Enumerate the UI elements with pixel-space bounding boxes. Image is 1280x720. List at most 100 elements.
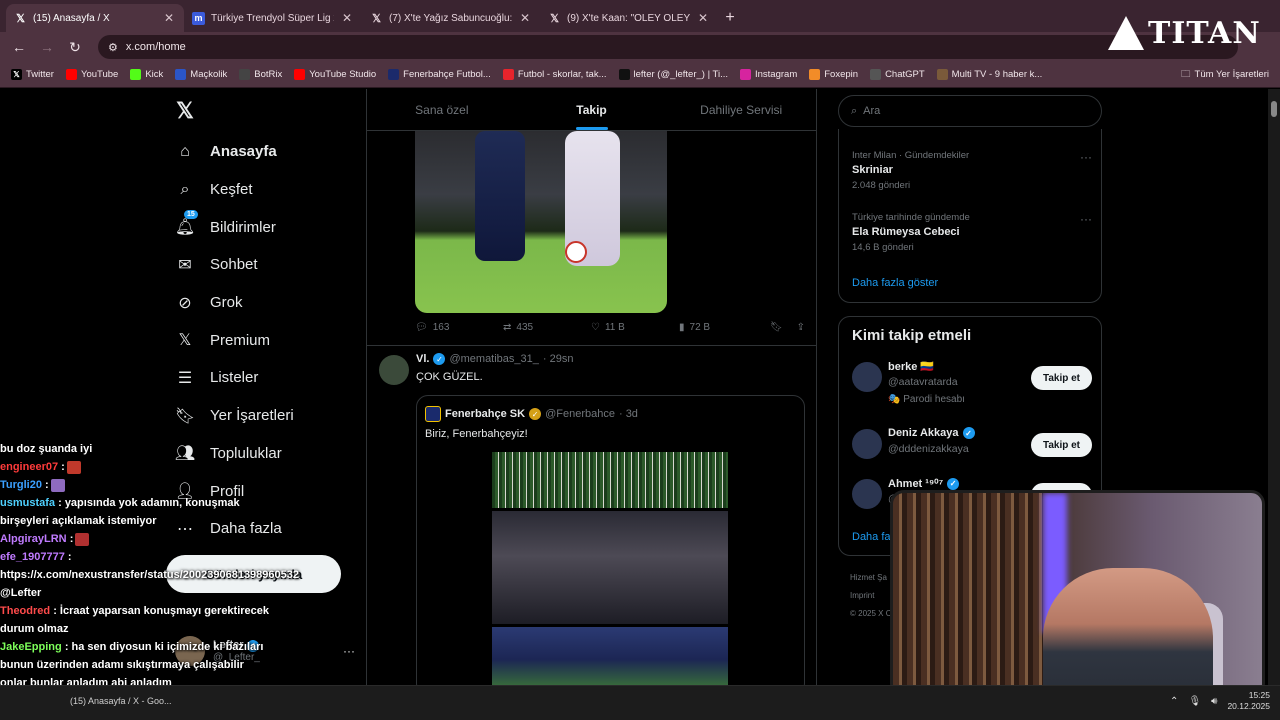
close-icon[interactable]: ✕ <box>162 11 176 25</box>
close-icon[interactable]: ✕ <box>518 11 532 25</box>
avatar <box>852 479 882 509</box>
reload-icon[interactable]: ↻ <box>64 36 86 58</box>
tab-dahiliye-servisi[interactable]: Dahiliye Servisi <box>666 89 816 130</box>
quoted-post[interactable]: Fenerbahçe SK ✓ @Fenerbahce · 3d Biriz, … <box>416 395 805 685</box>
emote-icon <box>75 532 90 546</box>
bookmark-icon[interactable]: 🔖︎ <box>770 322 783 333</box>
nav-label: Yer İşaretleri <box>210 407 294 425</box>
tab-for-you[interactable]: Sana özel <box>367 89 517 130</box>
repost-button[interactable]: ⇄ 435 <box>503 322 591 333</box>
trend-item[interactable]: Inter Milan · Gündemdekiler Skriniar 2.0… <box>852 150 1092 191</box>
stadium-image[interactable] <box>492 452 728 508</box>
bookmark-item[interactable]: Instagram <box>735 65 802 85</box>
footer-link[interactable]: Hizmet Şa <box>850 569 891 587</box>
all-bookmarks-button[interactable]: 🗀 Tüm Yer İşaretleri <box>1176 65 1274 85</box>
bookmark-item[interactable]: Foxepin <box>804 65 863 85</box>
post-time[interactable]: · 29sn <box>543 353 574 365</box>
quote-media-collage[interactable] <box>492 452 728 685</box>
views-icon: ▮ <box>679 321 685 333</box>
bookmark-item[interactable]: Futbol - skorlar, tak... <box>498 65 612 85</box>
nav-item-x[interactable]: 𝕏 Premium <box>170 321 360 359</box>
footer-link[interactable]: Imprint <box>850 587 891 605</box>
bookmark-item[interactable]: YouTube Studio <box>289 65 381 85</box>
nav-item-bookmark[interactable]: 🔖︎ Yer İşaretleri <box>170 397 360 435</box>
mackolik-icon: m <box>192 11 205 25</box>
speaker-icon[interactable]: 🔊︎ <box>1211 696 1217 707</box>
bookmark-item[interactable]: 𝕏 Twitter <box>6 65 59 85</box>
bookmark-label: Kick <box>145 69 164 80</box>
browser-tab[interactable]: 𝕏 (15) Anasayfa / X ✕ <box>6 4 184 32</box>
browser-tab[interactable]: 𝕏 (9) X'te Kaan: "OLEY OLEY SADE ✕ <box>540 4 718 32</box>
bookmark-item[interactable]: Kick <box>125 65 168 85</box>
mic-icon[interactable]: 🎙︎ <box>1188 696 1201 707</box>
clock[interactable]: 15:25 20.12.2025 <box>1227 690 1270 712</box>
nav-item-list[interactable]: ☰ Listeler <box>170 359 360 397</box>
bookmark-item[interactable]: YouTube <box>61 65 123 85</box>
follow-button[interactable]: Takip et <box>1030 433 1092 457</box>
close-icon[interactable]: ✕ <box>340 11 354 25</box>
chat-message: efe_1907777 : https://x.com/nexustransfe… <box>0 548 299 602</box>
close-icon[interactable]: ✕ <box>696 11 710 25</box>
follow-button[interactable]: Takip et <box>1030 366 1092 390</box>
post-author-handle[interactable]: @mematibas_31_ <box>449 353 538 365</box>
nav-item-search[interactable]: ⌕ Keşfet <box>170 171 360 209</box>
bookmark-item[interactable]: BotRix <box>234 65 287 85</box>
bookmark-item[interactable]: Fenerbahçe Futbol... <box>383 65 496 85</box>
reply-button[interactable]: 💬︎ 163 <box>415 322 503 333</box>
nav-label: Keşfet <box>210 181 253 199</box>
trend-item[interactable]: Türkiye tarihinde gündemde Ela Rümeysa C… <box>852 212 1092 253</box>
nav-item-bell[interactable]: 🔔︎ 15 Bildirimler <box>170 208 360 246</box>
x-logo[interactable]: 𝕏 <box>170 89 360 133</box>
more-icon[interactable]: ··· <box>1080 150 1092 164</box>
chat-text: : <box>61 461 65 473</box>
site-info-icon[interactable]: ⚙ <box>108 41 118 54</box>
more-icon[interactable]: ··· <box>1080 212 1092 226</box>
share-icon[interactable]: ⇪ <box>797 322 805 333</box>
trend-count: 14,6 B gönderi <box>852 242 914 253</box>
post-media-image[interactable] <box>415 131 667 313</box>
bookmark-item[interactable]: ChatGPT <box>865 65 930 85</box>
address-bar[interactable]: ⚙ x.com/home <box>98 35 1238 59</box>
browser-tab[interactable]: m Türkiye Trendyol Süper Lig 2025 ✕ <box>184 4 362 32</box>
search-input[interactable]: ⌕ Ara <box>838 95 1102 127</box>
forward-icon[interactable]: → <box>36 36 58 58</box>
bookmark-item[interactable]: Maçkolik <box>170 65 232 85</box>
chevron-up-icon[interactable]: ⌃ <box>1170 696 1178 707</box>
x-icon: 𝕏 <box>11 69 22 80</box>
follow-suggestion[interactable]: Deniz Akkaya ✓ @dddenizakkaya Takip et <box>852 427 1092 477</box>
new-tab-icon[interactable]: + <box>718 4 742 32</box>
fenerbahce-logo-icon <box>425 406 441 422</box>
stands-image[interactable] <box>492 511 728 624</box>
bell-icon: 🔔︎ 15 <box>175 210 198 236</box>
browser-toolbar: ← → ↻ ⚙ x.com/home <box>0 32 1280 62</box>
tiktok-icon <box>618 69 630 80</box>
nav-item-grok[interactable]: ⊘ Grok <box>170 284 360 322</box>
divider <box>367 345 816 346</box>
bookmark-item[interactable]: lefter (@_lefter_) | Ti... <box>614 65 733 85</box>
follow-suggestion[interactable]: berke 🇨🇴 @aatavratarda 🎭 Parodi hesabı T… <box>852 360 1092 410</box>
clock-time: 15:25 <box>1248 690 1270 700</box>
chat-message: bu doz şuanda iyi <box>0 440 270 458</box>
trend-title: Ela Rümeysa Cebeci <box>852 226 960 238</box>
nav-item-home[interactable]: ⌂ Anasayfa <box>170 133 360 171</box>
bookmark-item[interactable]: Multi TV - 9 haber k... <box>932 65 1048 85</box>
browser-tab[interactable]: 𝕏 (7) X'te Yağız Sabuncuoğlu: "Bu ✕ <box>362 4 540 32</box>
bookmark-label: Foxepin <box>824 69 859 80</box>
page-scrollbar[interactable] <box>1268 89 1280 685</box>
post-author-name[interactable]: Vl. <box>416 353 429 365</box>
bookmark-label: lefter (@_lefter_) | Ti... <box>633 69 728 80</box>
avatar[interactable] <box>379 355 409 385</box>
views-button[interactable]: ▮ 72 B <box>679 322 767 333</box>
chat-text: : <box>69 533 74 545</box>
show-more-link[interactable]: Daha fazla göster <box>852 277 938 289</box>
nav-item-mail[interactable]: ✉ Sohbet <box>170 246 360 284</box>
tab-following[interactable]: Takip <box>517 89 667 130</box>
more-icon[interactable]: ··· <box>343 644 355 658</box>
team-photo-image[interactable] <box>492 627 728 685</box>
suggestion-name: Deniz Akkaya <box>888 427 959 439</box>
like-button[interactable]: ♡ 11 B <box>591 322 679 333</box>
show-more-link[interactable]: Daha fa <box>852 531 891 543</box>
back-icon[interactable]: ← <box>8 36 30 58</box>
taskbar-app[interactable]: (15) Anasayfa / X - Goo... <box>70 696 172 706</box>
scrollbar-thumb[interactable] <box>1271 101 1277 117</box>
